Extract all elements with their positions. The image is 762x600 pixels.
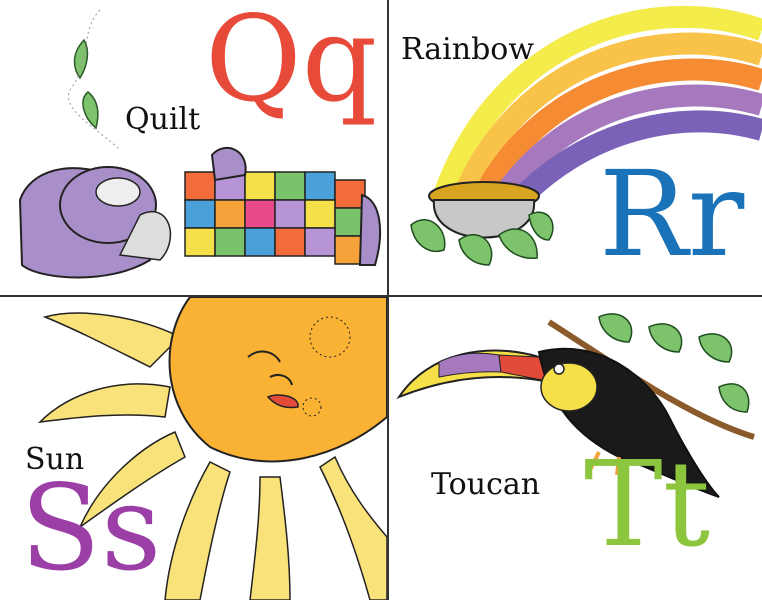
card-toucan: Toucan Tt: [389, 297, 762, 600]
card-sun: Sun Ss: [0, 297, 387, 600]
word-rainbow: Rainbow: [401, 32, 535, 67]
word-toucan: Toucan: [431, 467, 541, 502]
letter-r: Rr: [599, 145, 745, 283]
letter-t: Tt: [584, 435, 711, 573]
horizontal-divider: [0, 295, 762, 297]
leaf-icon: [82, 91, 99, 130]
sun-face: [168, 297, 387, 463]
quilt: [184, 171, 366, 265]
letter-q: Qq: [205, 0, 378, 128]
leaf-icon: [73, 38, 89, 80]
card-quilt: Qq Quilt: [0, 0, 387, 295]
feet: [358, 193, 382, 266]
letter-s: Ss: [20, 459, 162, 597]
toucan-chest: [540, 362, 598, 412]
toucan-eye: [553, 363, 565, 375]
hands: [210, 146, 247, 182]
vertical-divider: [387, 0, 389, 600]
word-quilt: Quilt: [125, 102, 201, 137]
card-rainbow: Rainbow Rr: [389, 0, 762, 295]
